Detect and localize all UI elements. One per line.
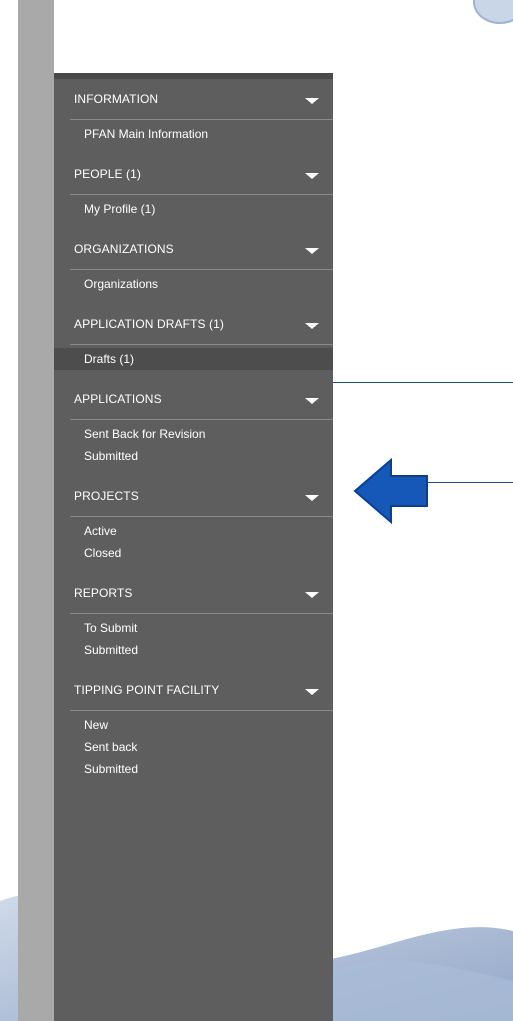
- menu-item-sent-back-for-revision[interactable]: Sent Back for Revision: [54, 423, 333, 445]
- section-title: ORGANIZATIONS: [74, 242, 174, 256]
- chevron-down-icon[interactable]: [305, 398, 319, 404]
- section-tipping-point-facility: TIPPING POINT FACILITY New Sent back Sub…: [54, 670, 333, 789]
- menu-item-applications-submitted[interactable]: Submitted: [54, 445, 333, 467]
- sidebar-menu: INFORMATION PFAN Main Information PEOPLE…: [54, 73, 333, 1021]
- section-header-tipping-point-facility[interactable]: TIPPING POINT FACILITY: [54, 670, 333, 710]
- section-title: TIPPING POINT FACILITY: [74, 683, 220, 697]
- menu-item-my-profile[interactable]: My Profile (1): [54, 198, 333, 220]
- menu-item-organizations[interactable]: Organizations: [54, 273, 333, 295]
- callout-line: [333, 382, 513, 383]
- section-people: PEOPLE (1) My Profile (1): [54, 154, 333, 229]
- section-title: PROJECTS: [74, 489, 139, 503]
- menu-item-reports-to-submit[interactable]: To Submit: [54, 617, 333, 639]
- section-organizations: ORGANIZATIONS Organizations: [54, 229, 333, 304]
- logo-emblem: [473, 0, 513, 24]
- chevron-down-icon[interactable]: [305, 495, 319, 501]
- section-application-drafts: APPLICATION DRAFTS (1) Drafts (1): [54, 304, 333, 379]
- section-header-people[interactable]: PEOPLE (1): [54, 154, 333, 194]
- chevron-down-icon[interactable]: [305, 248, 319, 254]
- section-information: INFORMATION PFAN Main Information: [54, 79, 333, 154]
- section-header-reports[interactable]: REPORTS: [54, 573, 333, 613]
- chevron-down-icon[interactable]: [305, 592, 319, 598]
- menu-item-projects-active[interactable]: Active: [54, 520, 333, 542]
- section-header-organizations[interactable]: ORGANIZATIONS: [54, 229, 333, 269]
- section-title: APPLICATIONS: [74, 392, 162, 406]
- menu-item-tpf-sent-back[interactable]: Sent back: [54, 736, 333, 758]
- chevron-down-icon[interactable]: [305, 689, 319, 695]
- section-header-application-drafts[interactable]: APPLICATION DRAFTS (1): [54, 304, 333, 344]
- menu-item-tpf-new[interactable]: New: [54, 714, 333, 736]
- section-title: APPLICATION DRAFTS (1): [74, 317, 224, 331]
- chevron-down-icon[interactable]: [305, 98, 319, 104]
- section-title: PEOPLE (1): [74, 167, 142, 181]
- section-applications: APPLICATIONS Sent Back for Revision Subm…: [54, 379, 333, 476]
- section-projects: PROJECTS Active Closed: [54, 476, 333, 573]
- menu-item-tpf-submitted[interactable]: Submitted: [54, 758, 333, 780]
- section-title: REPORTS: [74, 586, 133, 600]
- chevron-down-icon[interactable]: [305, 323, 319, 329]
- chevron-down-icon[interactable]: [305, 173, 319, 179]
- section-header-information[interactable]: INFORMATION: [54, 79, 333, 119]
- section-header-projects[interactable]: PROJECTS: [54, 476, 333, 516]
- callout-line: [428, 482, 513, 483]
- left-strip: [18, 0, 54, 1021]
- menu-item-drafts[interactable]: Drafts (1): [54, 348, 333, 370]
- menu-item-projects-closed[interactable]: Closed: [54, 542, 333, 564]
- menu-item-pfan-main-information[interactable]: PFAN Main Information: [54, 123, 333, 145]
- section-header-applications[interactable]: APPLICATIONS: [54, 379, 333, 419]
- left-arrow-icon: [353, 458, 428, 524]
- section-title: INFORMATION: [74, 92, 159, 106]
- menu-item-reports-submitted[interactable]: Submitted: [54, 639, 333, 661]
- section-reports: REPORTS To Submit Submitted: [54, 573, 333, 670]
